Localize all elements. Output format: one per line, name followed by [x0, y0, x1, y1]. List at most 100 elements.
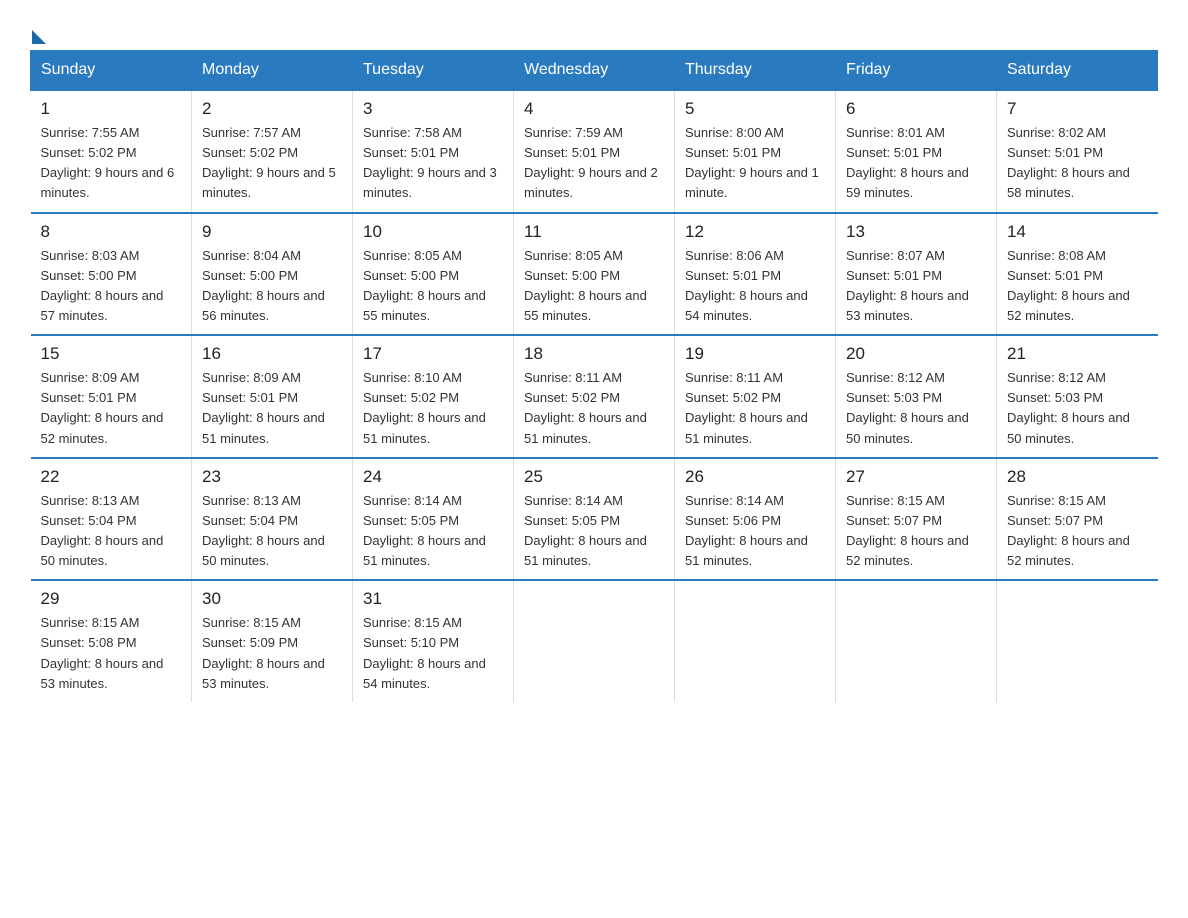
calendar-table: SundayMondayTuesdayWednesdayThursdayFrid…: [30, 50, 1158, 702]
calendar-cell: 6 Sunrise: 8:01 AM Sunset: 5:01 PM Dayli…: [836, 90, 997, 213]
calendar-cell: [514, 580, 675, 702]
calendar-cell: 4 Sunrise: 7:59 AM Sunset: 5:01 PM Dayli…: [514, 90, 675, 213]
logo: [30, 24, 46, 40]
day-info: Sunrise: 8:04 AM Sunset: 5:00 PM Dayligh…: [202, 246, 342, 327]
day-info: Sunrise: 8:03 AM Sunset: 5:00 PM Dayligh…: [41, 246, 182, 327]
day-info: Sunrise: 7:55 AM Sunset: 5:02 PM Dayligh…: [41, 123, 182, 204]
day-info: Sunrise: 8:15 AM Sunset: 5:07 PM Dayligh…: [846, 491, 986, 572]
day-number: 22: [41, 467, 182, 487]
calendar-cell: 5 Sunrise: 8:00 AM Sunset: 5:01 PM Dayli…: [675, 90, 836, 213]
calendar-cell: 22 Sunrise: 8:13 AM Sunset: 5:04 PM Dayl…: [31, 458, 192, 581]
day-info: Sunrise: 8:14 AM Sunset: 5:05 PM Dayligh…: [363, 491, 503, 572]
day-info: Sunrise: 8:15 AM Sunset: 5:07 PM Dayligh…: [1007, 491, 1148, 572]
column-header-sunday: Sunday: [31, 51, 192, 91]
calendar-cell: 24 Sunrise: 8:14 AM Sunset: 5:05 PM Dayl…: [353, 458, 514, 581]
day-info: Sunrise: 8:01 AM Sunset: 5:01 PM Dayligh…: [846, 123, 986, 204]
day-info: Sunrise: 8:06 AM Sunset: 5:01 PM Dayligh…: [685, 246, 825, 327]
day-number: 20: [846, 344, 986, 364]
day-number: 15: [41, 344, 182, 364]
calendar-cell: [675, 580, 836, 702]
day-info: Sunrise: 8:10 AM Sunset: 5:02 PM Dayligh…: [363, 368, 503, 449]
day-info: Sunrise: 8:05 AM Sunset: 5:00 PM Dayligh…: [524, 246, 664, 327]
calendar-cell: 30 Sunrise: 8:15 AM Sunset: 5:09 PM Dayl…: [192, 580, 353, 702]
day-number: 29: [41, 589, 182, 609]
column-header-monday: Monday: [192, 51, 353, 91]
day-number: 10: [363, 222, 503, 242]
calendar-cell: 29 Sunrise: 8:15 AM Sunset: 5:08 PM Dayl…: [31, 580, 192, 702]
day-info: Sunrise: 8:15 AM Sunset: 5:10 PM Dayligh…: [363, 613, 503, 694]
calendar-cell: 12 Sunrise: 8:06 AM Sunset: 5:01 PM Dayl…: [675, 213, 836, 336]
calendar-cell: 16 Sunrise: 8:09 AM Sunset: 5:01 PM Dayl…: [192, 335, 353, 458]
day-number: 8: [41, 222, 182, 242]
column-header-tuesday: Tuesday: [353, 51, 514, 91]
day-number: 30: [202, 589, 342, 609]
calendar-cell: 20 Sunrise: 8:12 AM Sunset: 5:03 PM Dayl…: [836, 335, 997, 458]
day-info: Sunrise: 8:07 AM Sunset: 5:01 PM Dayligh…: [846, 246, 986, 327]
logo-triangle-icon: [32, 30, 46, 44]
day-number: 28: [1007, 467, 1148, 487]
calendar-week-3: 15 Sunrise: 8:09 AM Sunset: 5:01 PM Dayl…: [31, 335, 1158, 458]
page-header: [30, 24, 1158, 40]
day-number: 27: [846, 467, 986, 487]
calendar-week-5: 29 Sunrise: 8:15 AM Sunset: 5:08 PM Dayl…: [31, 580, 1158, 702]
day-number: 7: [1007, 99, 1148, 119]
day-number: 18: [524, 344, 664, 364]
calendar-cell: 9 Sunrise: 8:04 AM Sunset: 5:00 PM Dayli…: [192, 213, 353, 336]
day-info: Sunrise: 8:13 AM Sunset: 5:04 PM Dayligh…: [41, 491, 182, 572]
calendar-cell: 25 Sunrise: 8:14 AM Sunset: 5:05 PM Dayl…: [514, 458, 675, 581]
calendar-cell: 28 Sunrise: 8:15 AM Sunset: 5:07 PM Dayl…: [997, 458, 1158, 581]
day-info: Sunrise: 8:14 AM Sunset: 5:05 PM Dayligh…: [524, 491, 664, 572]
calendar-week-2: 8 Sunrise: 8:03 AM Sunset: 5:00 PM Dayli…: [31, 213, 1158, 336]
day-number: 25: [524, 467, 664, 487]
day-info: Sunrise: 7:57 AM Sunset: 5:02 PM Dayligh…: [202, 123, 342, 204]
day-info: Sunrise: 8:08 AM Sunset: 5:01 PM Dayligh…: [1007, 246, 1148, 327]
day-number: 21: [1007, 344, 1148, 364]
calendar-cell: 11 Sunrise: 8:05 AM Sunset: 5:00 PM Dayl…: [514, 213, 675, 336]
day-info: Sunrise: 8:12 AM Sunset: 5:03 PM Dayligh…: [1007, 368, 1148, 449]
column-header-wednesday: Wednesday: [514, 51, 675, 91]
calendar-cell: 7 Sunrise: 8:02 AM Sunset: 5:01 PM Dayli…: [997, 90, 1158, 213]
day-info: Sunrise: 8:00 AM Sunset: 5:01 PM Dayligh…: [685, 123, 825, 204]
calendar-cell: 31 Sunrise: 8:15 AM Sunset: 5:10 PM Dayl…: [353, 580, 514, 702]
calendar-cell: 15 Sunrise: 8:09 AM Sunset: 5:01 PM Dayl…: [31, 335, 192, 458]
day-info: Sunrise: 8:09 AM Sunset: 5:01 PM Dayligh…: [202, 368, 342, 449]
day-info: Sunrise: 8:11 AM Sunset: 5:02 PM Dayligh…: [685, 368, 825, 449]
calendar-cell: 23 Sunrise: 8:13 AM Sunset: 5:04 PM Dayl…: [192, 458, 353, 581]
calendar-cell: 2 Sunrise: 7:57 AM Sunset: 5:02 PM Dayli…: [192, 90, 353, 213]
column-header-friday: Friday: [836, 51, 997, 91]
day-number: 3: [363, 99, 503, 119]
day-number: 23: [202, 467, 342, 487]
day-number: 2: [202, 99, 342, 119]
day-number: 26: [685, 467, 825, 487]
day-number: 4: [524, 99, 664, 119]
calendar-cell: 3 Sunrise: 7:58 AM Sunset: 5:01 PM Dayli…: [353, 90, 514, 213]
day-info: Sunrise: 8:15 AM Sunset: 5:09 PM Dayligh…: [202, 613, 342, 694]
day-info: Sunrise: 8:02 AM Sunset: 5:01 PM Dayligh…: [1007, 123, 1148, 204]
calendar-cell: 8 Sunrise: 8:03 AM Sunset: 5:00 PM Dayli…: [31, 213, 192, 336]
calendar-cell: 27 Sunrise: 8:15 AM Sunset: 5:07 PM Dayl…: [836, 458, 997, 581]
day-number: 14: [1007, 222, 1148, 242]
calendar-cell: 1 Sunrise: 7:55 AM Sunset: 5:02 PM Dayli…: [31, 90, 192, 213]
calendar-header-row: SundayMondayTuesdayWednesdayThursdayFrid…: [31, 51, 1158, 91]
calendar-cell: 26 Sunrise: 8:14 AM Sunset: 5:06 PM Dayl…: [675, 458, 836, 581]
column-header-thursday: Thursday: [675, 51, 836, 91]
day-number: 13: [846, 222, 986, 242]
day-number: 12: [685, 222, 825, 242]
day-number: 5: [685, 99, 825, 119]
calendar-cell: [997, 580, 1158, 702]
day-info: Sunrise: 7:58 AM Sunset: 5:01 PM Dayligh…: [363, 123, 503, 204]
day-number: 19: [685, 344, 825, 364]
day-info: Sunrise: 8:13 AM Sunset: 5:04 PM Dayligh…: [202, 491, 342, 572]
column-header-saturday: Saturday: [997, 51, 1158, 91]
day-info: Sunrise: 7:59 AM Sunset: 5:01 PM Dayligh…: [524, 123, 664, 204]
day-number: 6: [846, 99, 986, 119]
day-info: Sunrise: 8:11 AM Sunset: 5:02 PM Dayligh…: [524, 368, 664, 449]
day-number: 9: [202, 222, 342, 242]
calendar-cell: 10 Sunrise: 8:05 AM Sunset: 5:00 PM Dayl…: [353, 213, 514, 336]
day-number: 11: [524, 222, 664, 242]
day-info: Sunrise: 8:05 AM Sunset: 5:00 PM Dayligh…: [363, 246, 503, 327]
calendar-week-1: 1 Sunrise: 7:55 AM Sunset: 5:02 PM Dayli…: [31, 90, 1158, 213]
calendar-cell: 21 Sunrise: 8:12 AM Sunset: 5:03 PM Dayl…: [997, 335, 1158, 458]
day-number: 16: [202, 344, 342, 364]
day-number: 31: [363, 589, 503, 609]
